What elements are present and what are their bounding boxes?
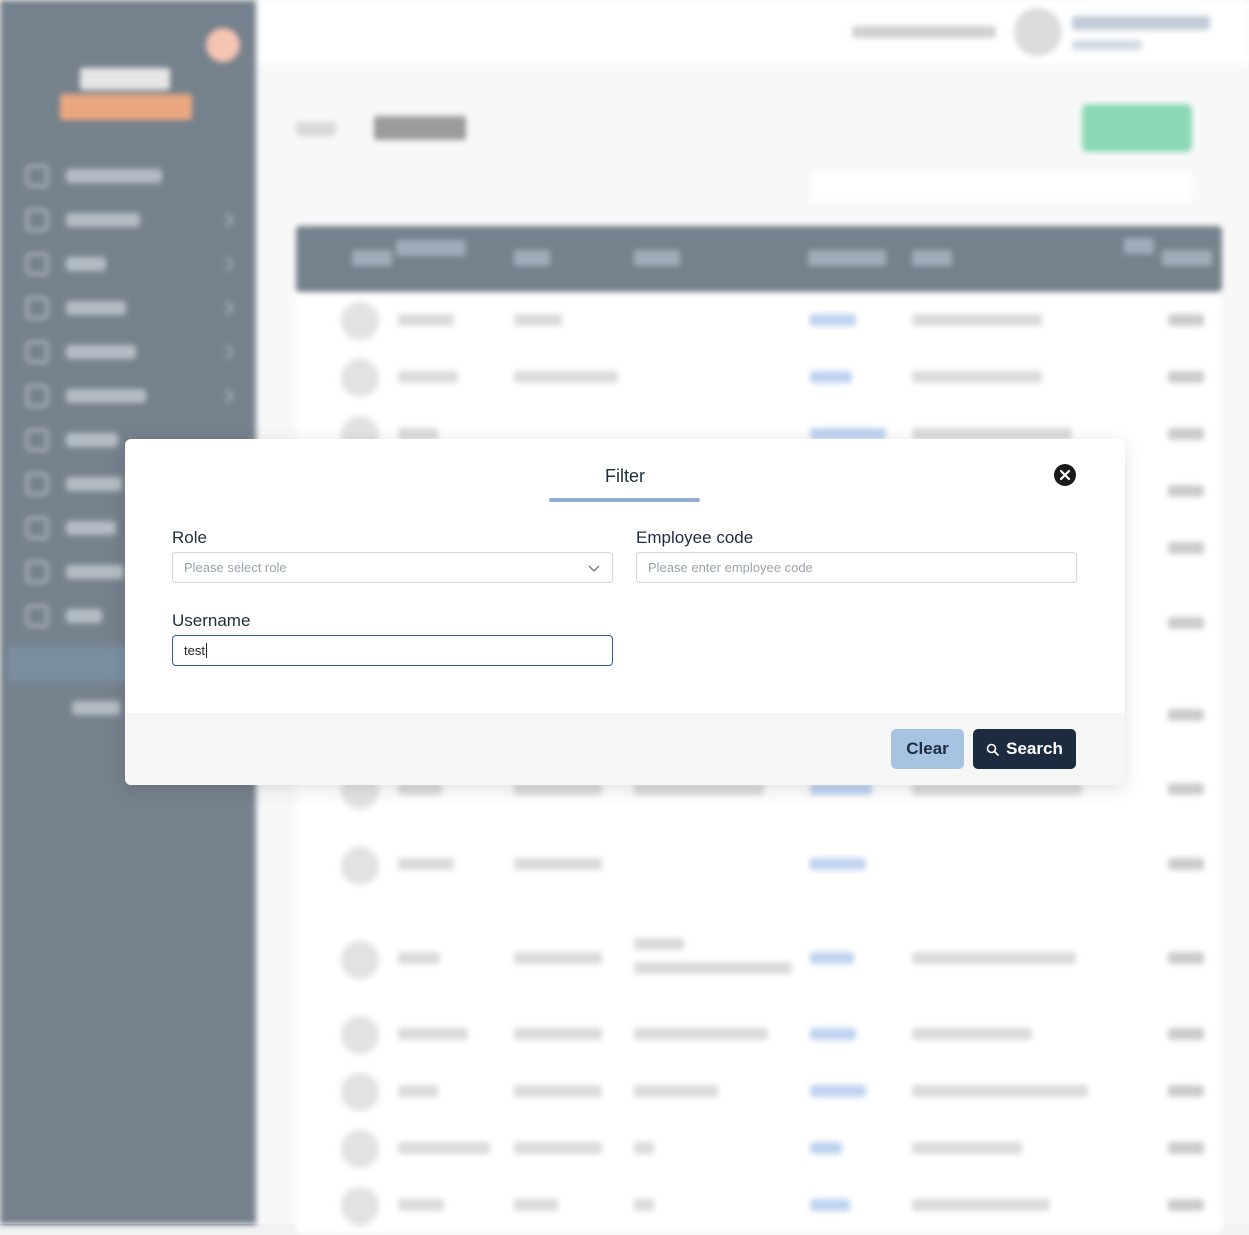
role-placeholder: Please select role <box>184 560 287 575</box>
modal-title: Filter <box>605 466 645 486</box>
username-value: test <box>184 643 205 658</box>
filter-modal: Filter Role Please select role Employee … <box>125 439 1125 785</box>
close-x-glyph <box>1059 469 1071 481</box>
text-caret <box>205 643 207 658</box>
search-button-label: Search <box>1006 739 1063 758</box>
employee-code-input[interactable]: Please enter employee code <box>636 552 1077 583</box>
modal-footer: Clear Search <box>125 713 1125 785</box>
clear-button[interactable]: Clear <box>891 729 964 769</box>
chevron-down-icon <box>588 565 600 572</box>
close-icon[interactable] <box>1054 464 1076 486</box>
employee-code-label: Employee code <box>636 528 754 547</box>
search-button[interactable]: Search <box>973 729 1076 769</box>
employee-code-placeholder: Please enter employee code <box>648 560 813 575</box>
title-underline <box>549 498 700 502</box>
username-label: Username <box>172 611 251 630</box>
role-label: Role <box>172 528 207 547</box>
clear-button-label: Clear <box>906 739 949 758</box>
username-input[interactable]: test <box>172 635 613 666</box>
role-select[interactable]: Please select role <box>172 552 613 583</box>
search-icon <box>986 743 999 756</box>
